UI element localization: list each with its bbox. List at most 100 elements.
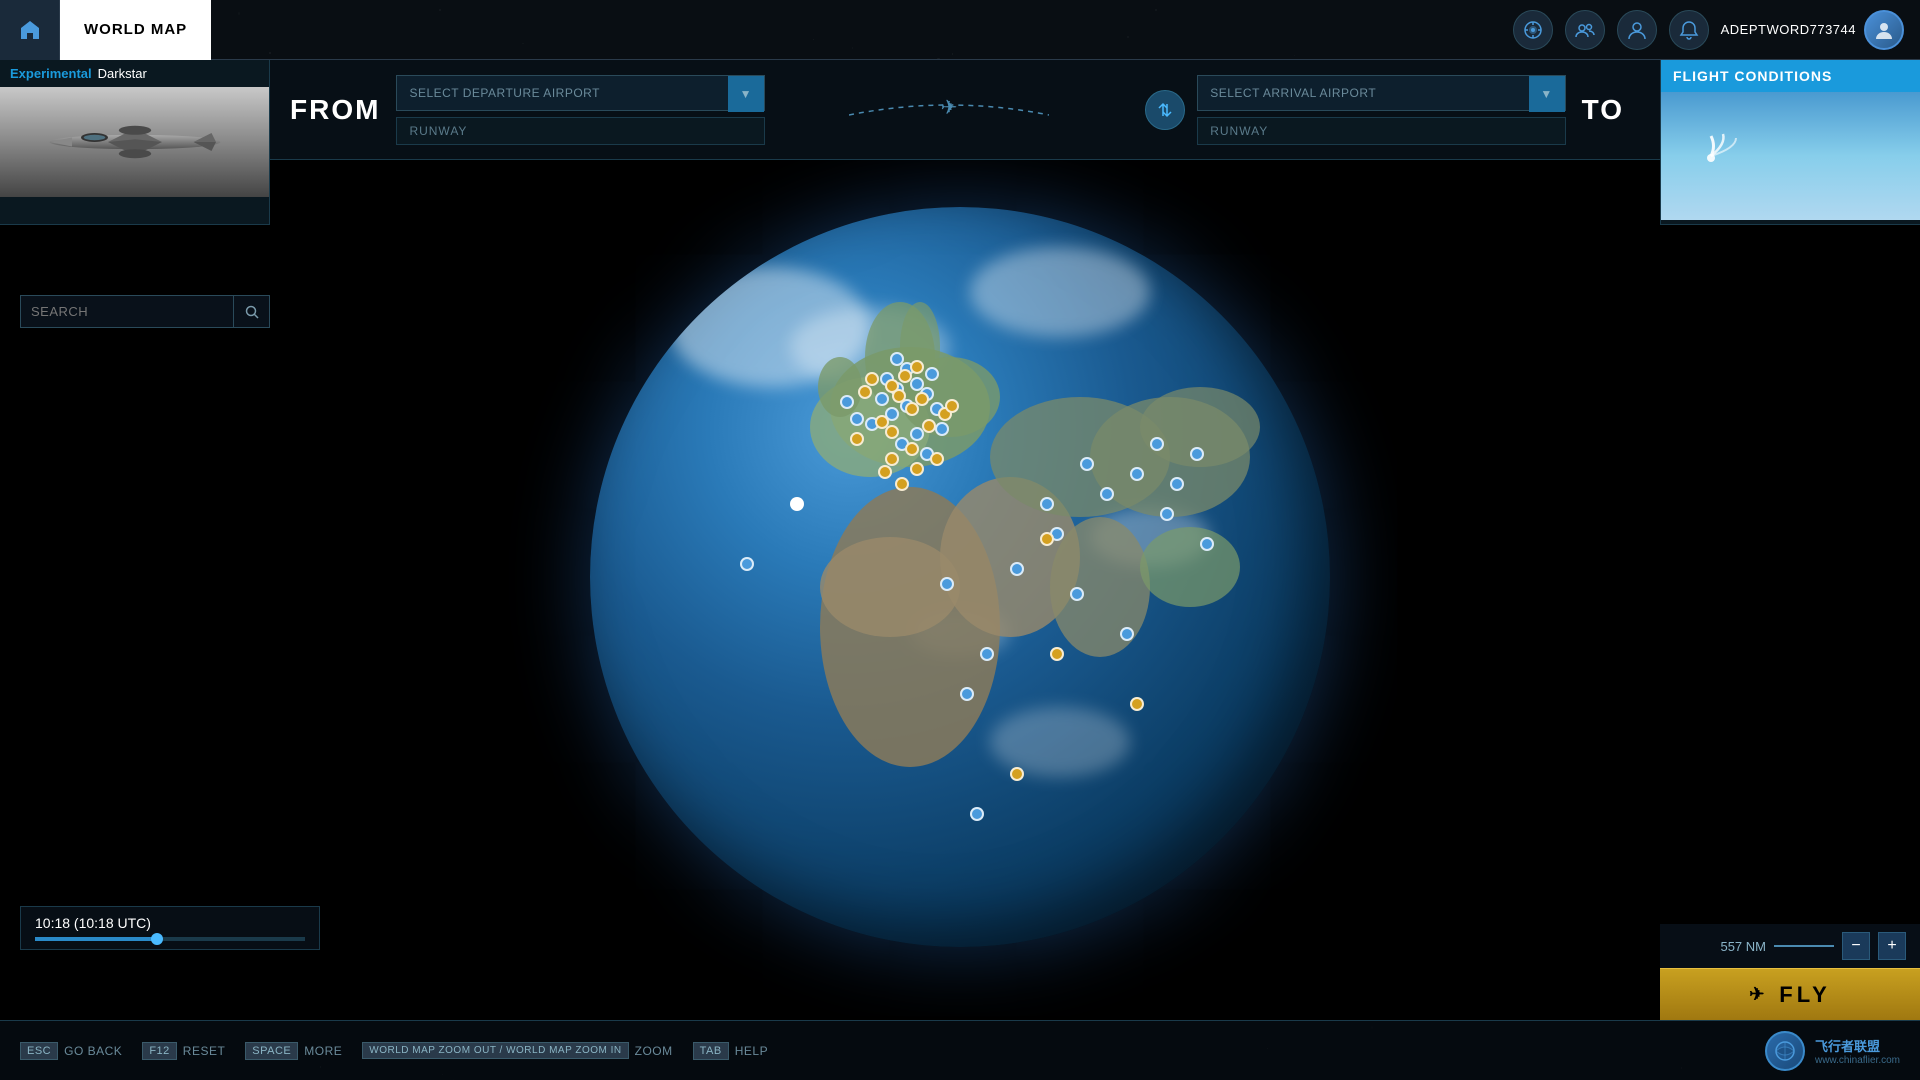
- achievements-button[interactable]: [1513, 10, 1553, 50]
- airport-pin[interactable]: [1130, 467, 1144, 481]
- hotkey-esc-label: GO BACK: [64, 1044, 122, 1058]
- fly-label: FLY: [1779, 982, 1831, 1008]
- swap-airports-button[interactable]: [1145, 90, 1185, 130]
- airport-pin-gold[interactable]: [1130, 697, 1144, 711]
- distance-line: [1774, 945, 1834, 947]
- airport-pin[interactable]: [970, 807, 984, 821]
- airport-pin-gold[interactable]: [865, 372, 879, 386]
- hotkey-zoom-badge: WORLD MAP ZOOM OUT / WORLD MAP ZOOM IN: [362, 1042, 628, 1059]
- arrival-runway-label: RUNWAY: [1210, 124, 1268, 138]
- topbar-right: ADEPTWORD773744: [1513, 10, 1920, 50]
- airport-pin[interactable]: [1040, 497, 1054, 511]
- airport-pin[interactable]: [1100, 487, 1114, 501]
- aircraft-name: Darkstar: [98, 66, 147, 81]
- airport-pin[interactable]: [925, 367, 939, 381]
- airport-pin[interactable]: [935, 422, 949, 436]
- airport-pin-gold[interactable]: [930, 452, 944, 466]
- fly-icon: ✈: [1749, 984, 1767, 1005]
- airport-pin-gold[interactable]: [910, 360, 924, 374]
- airport-pin-gold[interactable]: [1040, 532, 1054, 546]
- departure-area: SELECT DEPARTURE AIRPORT ▼ RUNWAY: [396, 75, 764, 145]
- airport-pin-gold[interactable]: [885, 425, 899, 439]
- airport-pin-gold[interactable]: [905, 442, 919, 456]
- airport-pin-gold[interactable]: [915, 392, 929, 406]
- username-label: ADEPTWORD773744: [1721, 22, 1856, 37]
- airport-pin[interactable]: [840, 395, 854, 409]
- search-container: [20, 295, 270, 328]
- flight-path: ✈: [765, 95, 1133, 125]
- aircraft-panel: Experimental Darkstar: [0, 60, 270, 225]
- airport-pin[interactable]: [1080, 457, 1094, 471]
- world-map[interactable]: 10:18 (10:18 UTC): [0, 60, 1920, 1020]
- airport-pin[interactable]: [1190, 447, 1204, 461]
- flight-conditions-panel: FLIGHT CONDITIONS: [1660, 60, 1920, 225]
- airport-pin[interactable]: [740, 557, 754, 571]
- search-button[interactable]: [233, 296, 269, 327]
- airport-pin-gold[interactable]: [895, 477, 909, 491]
- logo-icon: [1765, 1031, 1805, 1071]
- airport-pin-gold[interactable]: [1010, 767, 1024, 781]
- airport-pin-gold[interactable]: [1050, 647, 1064, 661]
- departure-dropdown-arrow[interactable]: ▼: [728, 76, 764, 112]
- world-map-tab[interactable]: WORLD MAP: [60, 0, 211, 60]
- airport-pin[interactable]: [910, 377, 924, 391]
- airport-pin-gold[interactable]: [858, 385, 872, 399]
- departure-placeholder: SELECT DEPARTURE AIRPORT: [409, 86, 600, 100]
- departure-airport-select[interactable]: SELECT DEPARTURE AIRPORT ▼: [396, 75, 764, 111]
- airport-pin-gold[interactable]: [922, 419, 936, 433]
- arrival-airport-select[interactable]: SELECT ARRIVAL AIRPORT ▼: [1197, 75, 1565, 111]
- airport-pin-gold[interactable]: [878, 465, 892, 479]
- earth-globe: [590, 207, 1330, 947]
- hotkey-space-badge: SPACE: [245, 1042, 298, 1060]
- hotkey-more: SPACE MORE: [245, 1042, 342, 1060]
- airport-pin[interactable]: [960, 687, 974, 701]
- airport-pin-gold[interactable]: [910, 462, 924, 476]
- airport-pin[interactable]: [1150, 437, 1164, 451]
- zoom-out-button[interactable]: −: [1842, 932, 1870, 960]
- airport-pin[interactable]: [890, 352, 904, 366]
- airport-pin-gold[interactable]: [885, 452, 899, 466]
- community-button[interactable]: [1565, 10, 1605, 50]
- fly-panel: 557 NM − + ✈ FLY: [1660, 924, 1920, 1020]
- hotkey-f12-label: RESET: [183, 1044, 226, 1058]
- airport-pin[interactable]: [1200, 537, 1214, 551]
- hotkey-space-label: MORE: [304, 1044, 342, 1058]
- time-slider[interactable]: [35, 937, 305, 941]
- airport-pin[interactable]: [940, 577, 954, 591]
- airport-pin[interactable]: [1010, 562, 1024, 576]
- search-input[interactable]: [21, 296, 233, 327]
- airport-pin[interactable]: [1120, 627, 1134, 641]
- arrival-dropdown-arrow[interactable]: ▼: [1529, 76, 1565, 112]
- airport-pin[interactable]: [875, 392, 889, 406]
- hotkey-reset: F12 RESET: [142, 1042, 225, 1060]
- airport-pin[interactable]: [850, 412, 864, 426]
- home-button[interactable]: [0, 0, 60, 60]
- from-label: FROM: [290, 94, 380, 126]
- airport-pin[interactable]: [1170, 477, 1184, 491]
- logo-line1: 飞行者联盟: [1815, 1036, 1900, 1055]
- logo-line2: www.chinaflier.com: [1815, 1055, 1900, 1066]
- fly-button[interactable]: ✈ FLY: [1660, 968, 1920, 1020]
- hotkey-go-back: ESC GO BACK: [20, 1042, 122, 1060]
- logo-text: 飞行者联盟 www.chinaflier.com: [1815, 1036, 1900, 1066]
- zoom-in-button[interactable]: +: [1878, 932, 1906, 960]
- airport-pin[interactable]: [980, 647, 994, 661]
- airport-pin-gold[interactable]: [885, 379, 899, 393]
- airport-pin-white[interactable]: [790, 497, 804, 511]
- time-display: 10:18 (10:18 UTC): [35, 915, 305, 931]
- airport-pin[interactable]: [1070, 587, 1084, 601]
- username-area[interactable]: ADEPTWORD773744: [1721, 10, 1904, 50]
- airport-pin-gold[interactable]: [898, 369, 912, 383]
- notifications-button[interactable]: [1669, 10, 1709, 50]
- flight-conditions-body[interactable]: [1661, 92, 1920, 220]
- airport-pin-gold[interactable]: [850, 432, 864, 446]
- aircraft-experimental-tag: Experimental: [10, 66, 92, 81]
- arrival-area: SELECT ARRIVAL AIRPORT ▼ RUNWAY: [1197, 75, 1565, 145]
- profile-button[interactable]: [1617, 10, 1657, 50]
- airport-pin-gold[interactable]: [945, 399, 959, 413]
- flight-panel: FROM SELECT DEPARTURE AIRPORT ▼ RUNWAY ✈…: [0, 60, 1920, 160]
- hotkey-zoom: WORLD MAP ZOOM OUT / WORLD MAP ZOOM IN Z…: [362, 1042, 672, 1059]
- hotkey-help: TAB HELP: [693, 1042, 768, 1060]
- airport-pin[interactable]: [1160, 507, 1174, 521]
- time-panel: 10:18 (10:18 UTC): [20, 906, 320, 950]
